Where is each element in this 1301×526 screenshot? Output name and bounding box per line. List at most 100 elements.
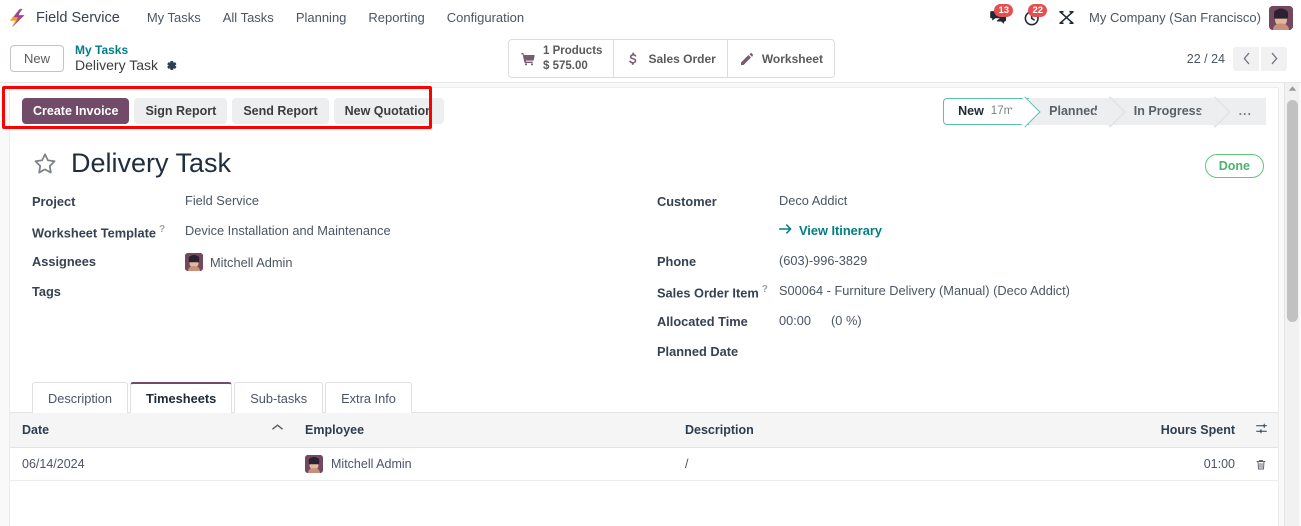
scroll-thumb[interactable] xyxy=(1287,100,1298,322)
notebook: Description Timesheets Sub-tasks Extra I… xyxy=(10,373,1278,413)
cell-date[interactable]: 06/14/2024 xyxy=(10,447,295,481)
view-itinerary-label: View Itinerary xyxy=(799,223,882,238)
nav-item-all-tasks[interactable]: All Tasks xyxy=(212,5,285,30)
timesheets-table-header: Date Employee Description Hours Spent xyxy=(10,412,1278,448)
vertical-scrollbar[interactable] xyxy=(1284,83,1299,526)
new-quotation-button[interactable]: New Quotation xyxy=(333,98,444,124)
status-stage-in-progress-label: In Progress xyxy=(1133,104,1203,118)
nav-item-reporting[interactable]: Reporting xyxy=(357,5,435,30)
field-sales-order-item-label-text: Sales Order Item xyxy=(657,285,759,301)
column-header-description[interactable]: Description xyxy=(675,412,1075,448)
column-header-date-label: Date xyxy=(22,423,50,437)
star-favorite-icon[interactable] xyxy=(32,151,58,177)
chevron-left-icon[interactable] xyxy=(1233,46,1259,71)
employee-cell-content: Mitchell Admin xyxy=(305,455,665,473)
cell-delete[interactable] xyxy=(1245,447,1278,481)
status-stage-more-label: ... xyxy=(1238,104,1252,118)
field-allocated-time-label: Allocated Time xyxy=(657,314,748,329)
status-stage-new[interactable]: New 17m xyxy=(943,97,1030,125)
activities-clock-icon[interactable]: 22 xyxy=(1015,3,1049,33)
field-column-right: Customer Deco Addict View Itinerary Phon… xyxy=(649,193,1266,373)
column-settings-icon[interactable] xyxy=(1245,412,1278,448)
status-stage-planned[interactable]: Planned xyxy=(1029,97,1114,125)
breadcrumb-current: Delivery Task xyxy=(75,57,178,73)
field-itinerary-label-spacer xyxy=(657,223,779,224)
smart-button-products-text: 1 Products $ 575.00 xyxy=(543,44,602,73)
tab-sub-tasks[interactable]: Sub-tasks xyxy=(234,382,324,413)
table-row[interactable]: 06/14/2024 Mitchell Admin / 01:00 xyxy=(10,447,1278,481)
trash-icon[interactable] xyxy=(1255,458,1267,471)
smart-button-products-line2: $ 575.00 xyxy=(543,59,588,72)
smart-button-sales-order[interactable]: Sales Order xyxy=(614,40,728,77)
nav-item-planning[interactable]: Planning xyxy=(285,5,358,30)
breadcrumb-parent-my-tasks[interactable]: My Tasks xyxy=(75,43,178,58)
nav-item-my-tasks[interactable]: My Tasks xyxy=(136,5,212,30)
tab-extra-info[interactable]: Extra Info xyxy=(325,382,412,413)
nav-item-configuration[interactable]: Configuration xyxy=(436,5,535,30)
shuffle-icon[interactable] xyxy=(1049,3,1083,33)
field-worksheet-template-value[interactable]: Device Installation and Maintenance xyxy=(185,223,649,238)
company-selector[interactable]: My Company (San Francisco) xyxy=(1089,10,1261,25)
chevron-right-icon[interactable] xyxy=(1261,46,1287,71)
status-badge-done[interactable]: Done xyxy=(1204,154,1264,178)
help-tooltip-icon[interactable]: ? xyxy=(159,224,165,235)
field-customer-label: Customer xyxy=(657,194,717,209)
smart-button-sales-order-label: Sales Order xyxy=(648,51,716,66)
avatar xyxy=(305,455,323,473)
field-phone-value[interactable]: (603)-996-3829 xyxy=(779,253,1266,268)
sign-report-button[interactable]: Sign Report xyxy=(134,98,228,124)
pager: 22 / 24 xyxy=(1187,46,1287,71)
status-stage-in-progress[interactable]: In Progress xyxy=(1113,97,1219,125)
gear-icon[interactable] xyxy=(165,59,178,72)
new-button[interactable]: New xyxy=(10,45,65,72)
field-itinerary: View Itinerary xyxy=(657,223,1266,242)
cell-hours-spent[interactable]: 01:00 xyxy=(1075,447,1245,481)
column-header-date[interactable]: Date xyxy=(10,412,295,448)
help-tooltip-icon[interactable]: ? xyxy=(762,284,768,295)
app-name[interactable]: Field Service xyxy=(36,10,120,26)
top-navbar: Field Service My Tasks All Tasks Plannin… xyxy=(0,0,1301,35)
timesheets-table: Date Employee Description Hours Spent 06… xyxy=(10,412,1278,481)
cell-employee[interactable]: Mitchell Admin xyxy=(295,447,675,481)
field-project-value[interactable]: Field Service xyxy=(185,193,649,208)
scroll-up-arrow-icon[interactable] xyxy=(1285,85,1299,92)
form-sheet: Create Invoice Sign Report Send Report N… xyxy=(10,88,1278,526)
field-allocated-time: Allocated Time 00:00 (0 %) xyxy=(657,313,1266,332)
field-column-left: Project Field Service Worksheet Template… xyxy=(32,193,649,373)
status-bar: New 17m Planned In Progress ... xyxy=(943,97,1266,125)
smart-button-products[interactable]: 1 Products $ 575.00 xyxy=(509,40,615,77)
messages-icon[interactable]: 13 xyxy=(981,3,1015,33)
create-invoice-button[interactable]: Create Invoice xyxy=(22,98,130,124)
field-sales-order-item-value[interactable]: S00064 - Furniture Delivery (Manual) (De… xyxy=(779,283,1266,298)
action-buttons: Create Invoice Sign Report Send Report N… xyxy=(22,98,444,124)
arrow-right-icon xyxy=(779,223,793,238)
field-project: Project Field Service xyxy=(32,193,649,212)
cell-description[interactable]: / xyxy=(675,447,1075,481)
messages-badge: 13 xyxy=(994,3,1014,17)
smart-button-worksheet[interactable]: Worksheet xyxy=(727,40,834,77)
field-allocated-time-value[interactable]: 00:00 (0 %) xyxy=(779,313,1266,328)
field-grid: Project Field Service Worksheet Template… xyxy=(10,181,1278,373)
view-itinerary-link[interactable]: View Itinerary xyxy=(779,223,882,238)
navbar-systray: 13 22 My Company (San Francisco) xyxy=(981,3,1293,33)
send-report-button[interactable]: Send Report xyxy=(232,98,329,124)
column-header-employee-label: Employee xyxy=(305,423,365,437)
smart-buttons: 1 Products $ 575.00 Sales Order Workshee… xyxy=(508,39,835,78)
field-customer-value[interactable]: Deco Addict xyxy=(779,193,1266,208)
pager-buttons xyxy=(1233,46,1287,71)
column-header-description-label: Description xyxy=(685,423,754,437)
form-view: Create Invoice Sign Report Send Report N… xyxy=(0,83,1301,526)
notebook-tabs: Description Timesheets Sub-tasks Extra I… xyxy=(32,381,1278,413)
field-assignees-label: Assignees xyxy=(32,254,97,269)
lightning-bolt-logo[interactable] xyxy=(6,6,30,30)
field-sales-order-item-label: Sales Order Item? xyxy=(657,283,779,300)
tab-timesheets[interactable]: Timesheets xyxy=(130,382,233,413)
column-header-hours-spent[interactable]: Hours Spent xyxy=(1075,412,1245,448)
column-header-hours-spent-label: Hours Spent xyxy=(1160,423,1235,437)
column-header-employee[interactable]: Employee xyxy=(295,412,675,448)
tab-description[interactable]: Description xyxy=(32,382,129,413)
field-planned-date-label: Planned Date xyxy=(657,344,739,359)
user-avatar[interactable] xyxy=(1269,5,1293,30)
status-stage-planned-label: Planned xyxy=(1049,104,1098,118)
field-assignees-value[interactable]: Mitchell Admin xyxy=(185,253,649,271)
